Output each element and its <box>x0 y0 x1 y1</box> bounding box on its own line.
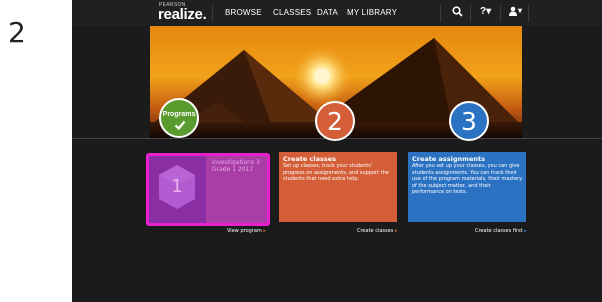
view-program-link-label: View program <box>227 228 262 234</box>
arrow-right-icon: ▸ <box>394 228 398 234</box>
create-assignments-card[interactable]: Create assignments After you set up your… <box>408 152 526 222</box>
step-classes-circle[interactable]: 2 <box>315 101 355 141</box>
brand-name: realize. <box>158 6 207 23</box>
nav-classes[interactable]: CLASSES <box>273 8 311 17</box>
user-menu-caret: ▾ <box>518 6 523 15</box>
create-classes-link[interactable]: Create classes ▸ <box>357 228 397 234</box>
view-program-link[interactable]: View program ▸ <box>227 228 266 234</box>
create-classes-title: Create classes <box>283 155 337 163</box>
step-number: 2 <box>8 16 26 49</box>
program-title-line-2: Grade 1 2017 <box>212 166 254 173</box>
arrow-right-icon: ▸ <box>263 228 266 234</box>
nav-divider <box>440 4 441 22</box>
step-classes-number: 2 <box>327 107 343 136</box>
program-card[interactable]: 1 Investigations 3 Grade 1 2017 <box>146 153 270 226</box>
check-icon <box>174 120 186 131</box>
create-assignments-description: After you set up your classes, you can g… <box>412 163 523 195</box>
nav-divider <box>470 4 471 22</box>
realize-logo[interactable]: PEARSON realize. <box>152 1 207 25</box>
nav-browse[interactable]: BROWSE <box>225 8 262 17</box>
step-assignments-circle[interactable]: 3 <box>449 101 489 141</box>
program-title: Investigations 3 Grade 1 2017 <box>212 159 260 173</box>
create-classes-first-link-label: Create classes first <box>475 228 523 234</box>
create-classes-card[interactable]: Create classes Set up classes, track you… <box>279 152 397 222</box>
create-classes-description: Set up classes, track your students' pro… <box>283 163 389 182</box>
help-menu-icon[interactable]: ?▾ <box>480 6 491 20</box>
top-navigation-bar: PEARSON realize. BROWSE CLASSES DATA MY … <box>72 0 602 26</box>
create-classes-first-link[interactable]: Create classes first ▸ <box>475 228 527 234</box>
create-assignments-title: Create assignments <box>412 155 485 163</box>
arrow-right-icon: ▸ <box>524 228 527 234</box>
app-window: PEARSON realize. BROWSE CLASSES DATA MY … <box>72 0 602 302</box>
nav-divider <box>500 4 501 22</box>
step-programs-label: Programs <box>162 111 196 118</box>
step-assignments-number: 3 <box>461 107 477 136</box>
nav-divider <box>212 4 213 22</box>
create-classes-link-label: Create classes <box>357 228 394 234</box>
nav-data[interactable]: DATA <box>317 8 338 17</box>
search-icon[interactable] <box>452 6 463 20</box>
step-programs-circle[interactable]: Programs <box>159 98 199 138</box>
program-title-line-1: Investigations 3 <box>212 159 260 166</box>
nav-divider <box>528 4 529 22</box>
program-badge-number: 1 <box>171 176 183 197</box>
nav-my-library[interactable]: MY LIBRARY <box>347 8 397 17</box>
program-thumbnail: 1 <box>149 156 206 223</box>
user-menu-icon[interactable]: ▾ <box>508 6 522 20</box>
